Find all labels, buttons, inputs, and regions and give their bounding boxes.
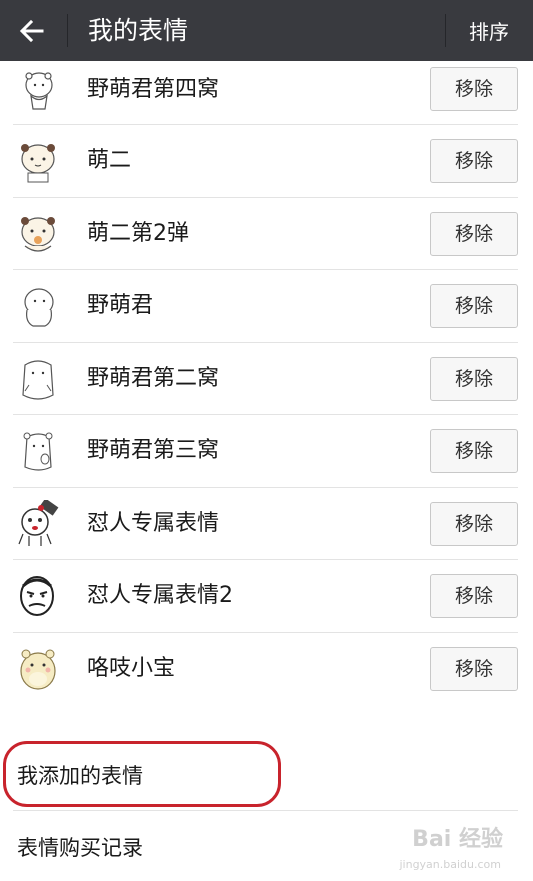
back-button[interactable]	[0, 0, 64, 61]
sticker-list: 野萌君第四窝 移除 萌二 移除 萌二第2弹 移除 野萌君 移除 野萌君第二窝 移…	[0, 61, 533, 705]
sort-button[interactable]: 排序	[445, 0, 533, 61]
remove-button[interactable]: 移除	[430, 67, 518, 111]
cartoon-bear-icon	[25, 72, 53, 110]
section-divider	[13, 810, 518, 811]
sticker-name: 野萌君第三窝	[87, 438, 220, 463]
cartoon-panda-icon	[21, 144, 55, 183]
arrow-left-icon	[19, 19, 44, 42]
list-item: 野萌君第三窝 移除	[13, 415, 518, 488]
list-item: 怼人专属表情 移除	[13, 488, 518, 560]
sticker-name: 萌二第2弹	[87, 220, 189, 246]
remove-button[interactable]: 移除	[430, 356, 518, 401]
remove-button[interactable]: 移除	[430, 574, 518, 618]
purchase-history-link[interactable]: 表情购买记录	[17, 832, 143, 862]
sticker-name: 野萌君第四窝	[87, 77, 220, 102]
list-item: 怼人专属表情2 移除	[13, 560, 518, 633]
cartoon-panda-icon	[21, 216, 55, 252]
list-item: 野萌君第四窝 移除	[13, 61, 518, 125]
remove-button[interactable]: 移除	[430, 284, 518, 328]
sticker-name: 怼人专属表情2	[87, 583, 233, 608]
cartoon-bear-icon	[22, 359, 54, 400]
cartoon-hamster-icon	[20, 649, 56, 690]
meme-face-icon	[18, 499, 59, 546]
remove-button[interactable]: 移除	[430, 646, 518, 691]
sticker-name: 怼人专属表情	[87, 510, 220, 536]
watermark-logo: Bai 经验	[412, 827, 503, 852]
header-bar: 我的表情 排序	[0, 0, 533, 61]
watermark-url: jingyan.baidu.com	[399, 858, 501, 871]
remove-button[interactable]: 移除	[430, 429, 518, 473]
meme-face-icon	[20, 576, 54, 616]
remove-button[interactable]: 移除	[430, 139, 518, 183]
header-divider	[67, 14, 68, 47]
sticker-name: 野萌君第二窝	[87, 365, 220, 391]
list-item: 咯吱小宝 移除	[13, 633, 518, 706]
sticker-name: 咯吱小宝	[87, 655, 176, 681]
page-title: 我的表情	[88, 16, 189, 45]
remove-button[interactable]: 移除	[430, 501, 518, 546]
list-item: 萌二 移除	[13, 125, 518, 198]
remove-button[interactable]: 移除	[430, 211, 518, 256]
sticker-name: 野萌君	[87, 293, 154, 318]
cartoon-bear-icon	[24, 288, 54, 327]
cartoon-bear-icon	[23, 432, 53, 471]
list-item: 萌二第2弹 移除	[13, 198, 518, 270]
my-added-stickers-link[interactable]: 我添加的表情	[17, 760, 143, 790]
list-item: 野萌君第二窝 移除	[13, 343, 518, 415]
list-item: 野萌君 移除	[13, 270, 518, 343]
sticker-name: 萌二	[87, 148, 132, 173]
